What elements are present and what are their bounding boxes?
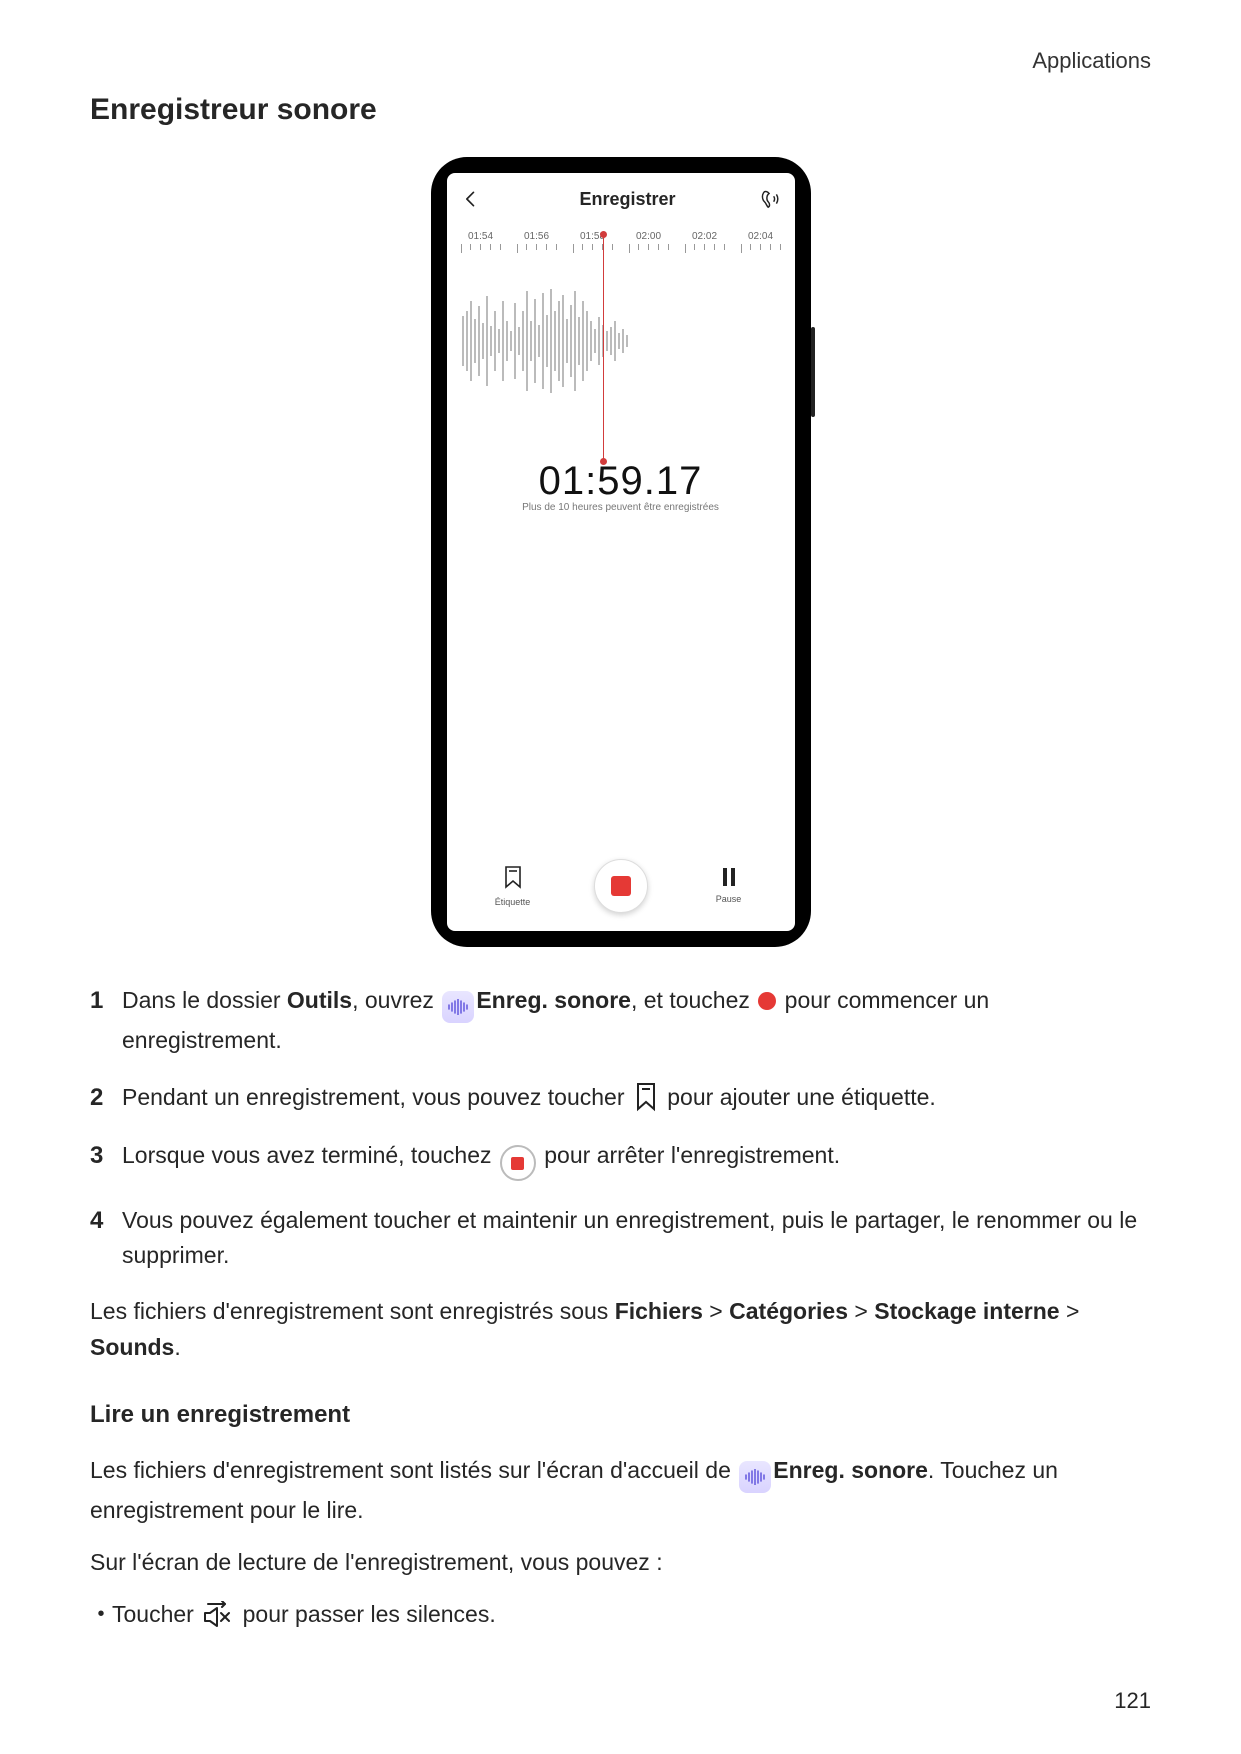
- path-part: Catégories: [729, 1298, 848, 1324]
- bold-text: Enreg. sonore: [773, 1457, 928, 1483]
- stop-icon: [500, 1145, 536, 1181]
- step-1: 1 Dans le dossier Outils, ouvrez Enreg. …: [90, 983, 1151, 1058]
- bold-text: Enreg. sonore: [476, 987, 631, 1013]
- step-number: 1: [90, 983, 122, 1019]
- phone-figure: Enregistrer 01:54 01:56 01:58 02:00 02:0…: [90, 157, 1151, 947]
- tick: 02:04: [741, 231, 781, 253]
- phone-frame: Enregistrer 01:54 01:56 01:58 02:00 02:0…: [431, 157, 811, 947]
- text: pour arrêter l'enregistrement.: [538, 1142, 840, 1168]
- text: Les fichiers d'enregistrement sont listé…: [90, 1457, 737, 1483]
- tick: 01:54: [461, 231, 501, 253]
- recorder-app-icon: [442, 991, 474, 1023]
- text: Les fichiers d'enregistrement sont enreg…: [90, 1298, 615, 1324]
- text: , ouvrez: [352, 987, 440, 1013]
- sep: >: [703, 1298, 729, 1324]
- tick: 02:00: [629, 231, 669, 253]
- text: pour ajouter une étiquette.: [661, 1084, 936, 1110]
- ear-speaker-icon[interactable]: [759, 188, 781, 210]
- waveform-area: [447, 253, 795, 453]
- sep: >: [848, 1298, 874, 1324]
- bold-text: Outils: [287, 987, 352, 1013]
- storage-path: Les fichiers d'enregistrement sont enreg…: [90, 1294, 1151, 1365]
- text: pour passer les silences.: [236, 1601, 496, 1627]
- stop-record-button[interactable]: [594, 859, 648, 913]
- back-icon[interactable]: [461, 189, 481, 209]
- play-intro: Sur l'écran de lecture de l'enregistreme…: [90, 1545, 1151, 1581]
- play-paragraph: Les fichiers d'enregistrement sont listé…: [90, 1453, 1151, 1529]
- step-number: 3: [90, 1138, 122, 1174]
- text: Dans le dossier: [122, 987, 287, 1013]
- pause-button[interactable]: Pause: [699, 868, 759, 904]
- timer-value: 01:59.17: [447, 459, 795, 504]
- sep: >: [1060, 1298, 1080, 1324]
- recorder-titlebar: Enregistrer: [447, 173, 795, 225]
- step-4: 4 Vous pouvez également toucher et maint…: [90, 1203, 1151, 1272]
- bullet-list: • Toucher pour passer les silences.: [90, 1597, 1151, 1632]
- bookmark-icon: [633, 1082, 659, 1112]
- tag-label: Étiquette: [483, 897, 543, 907]
- header-section: Applications: [1032, 48, 1151, 74]
- step-3: 3 Lorsque vous avez terminé, touchez pou…: [90, 1138, 1151, 1182]
- recorder-bottombar: Étiquette Pause: [447, 859, 795, 913]
- playhead-icon: [603, 235, 604, 461]
- tick-label: 01:54: [461, 231, 501, 242]
- path-part: Fichiers: [615, 1298, 703, 1324]
- text: Vous pouvez également toucher et mainten…: [122, 1203, 1151, 1272]
- text: , et touchez: [631, 987, 756, 1013]
- timer-subtext: Plus de 10 heures peuvent être enregistr…: [447, 502, 795, 513]
- tick-label: 02:00: [629, 231, 669, 242]
- tag-button[interactable]: Étiquette: [483, 865, 543, 907]
- step-number: 4: [90, 1203, 122, 1239]
- step-2: 2 Pendant un enregistrement, vous pouvez…: [90, 1080, 1151, 1116]
- pause-icon: [723, 868, 735, 886]
- text: .: [174, 1334, 180, 1360]
- path-part: Stockage interne: [874, 1298, 1059, 1324]
- record-dot-icon: [758, 992, 776, 1010]
- steps-list: 1 Dans le dossier Outils, ouvrez Enreg. …: [90, 983, 1151, 1272]
- bullet-item: • Toucher pour passer les silences.: [90, 1597, 1151, 1632]
- tick-label: 01:56: [517, 231, 557, 242]
- bookmark-icon: [502, 865, 524, 889]
- tick-label: 02:04: [741, 231, 781, 242]
- tick: 01:56: [517, 231, 557, 253]
- path-part: Sounds: [90, 1334, 174, 1360]
- pause-label: Pause: [699, 894, 759, 904]
- text: Toucher: [112, 1601, 200, 1627]
- recorder-app-icon: [739, 1461, 771, 1493]
- screen-title: Enregistrer: [497, 189, 759, 210]
- page-title: Enregistreur sonore: [90, 93, 1151, 127]
- step-number: 2: [90, 1080, 122, 1116]
- tick-label: 02:02: [685, 231, 725, 242]
- timeline-ticks: 01:54 01:56 01:58 02:00 02:02 02:04: [447, 225, 795, 253]
- page-number: 121: [1114, 1688, 1151, 1714]
- waveform-icon: [461, 281, 631, 401]
- bullet-dot-icon: •: [90, 1597, 112, 1631]
- tick: 02:02: [685, 231, 725, 253]
- subheading: Lire un enregistrement: [90, 1401, 1151, 1429]
- text: Lorsque vous avez terminé, touchez: [122, 1142, 498, 1168]
- stop-square-icon: [611, 876, 631, 896]
- phone-screen: Enregistrer 01:54 01:56 01:58 02:00 02:0…: [447, 173, 795, 931]
- skip-silence-icon: [202, 1601, 234, 1629]
- text: Pendant un enregistrement, vous pouvez t…: [122, 1084, 631, 1110]
- recording-timer: 01:59.17 Plus de 10 heures peuvent être …: [447, 459, 795, 513]
